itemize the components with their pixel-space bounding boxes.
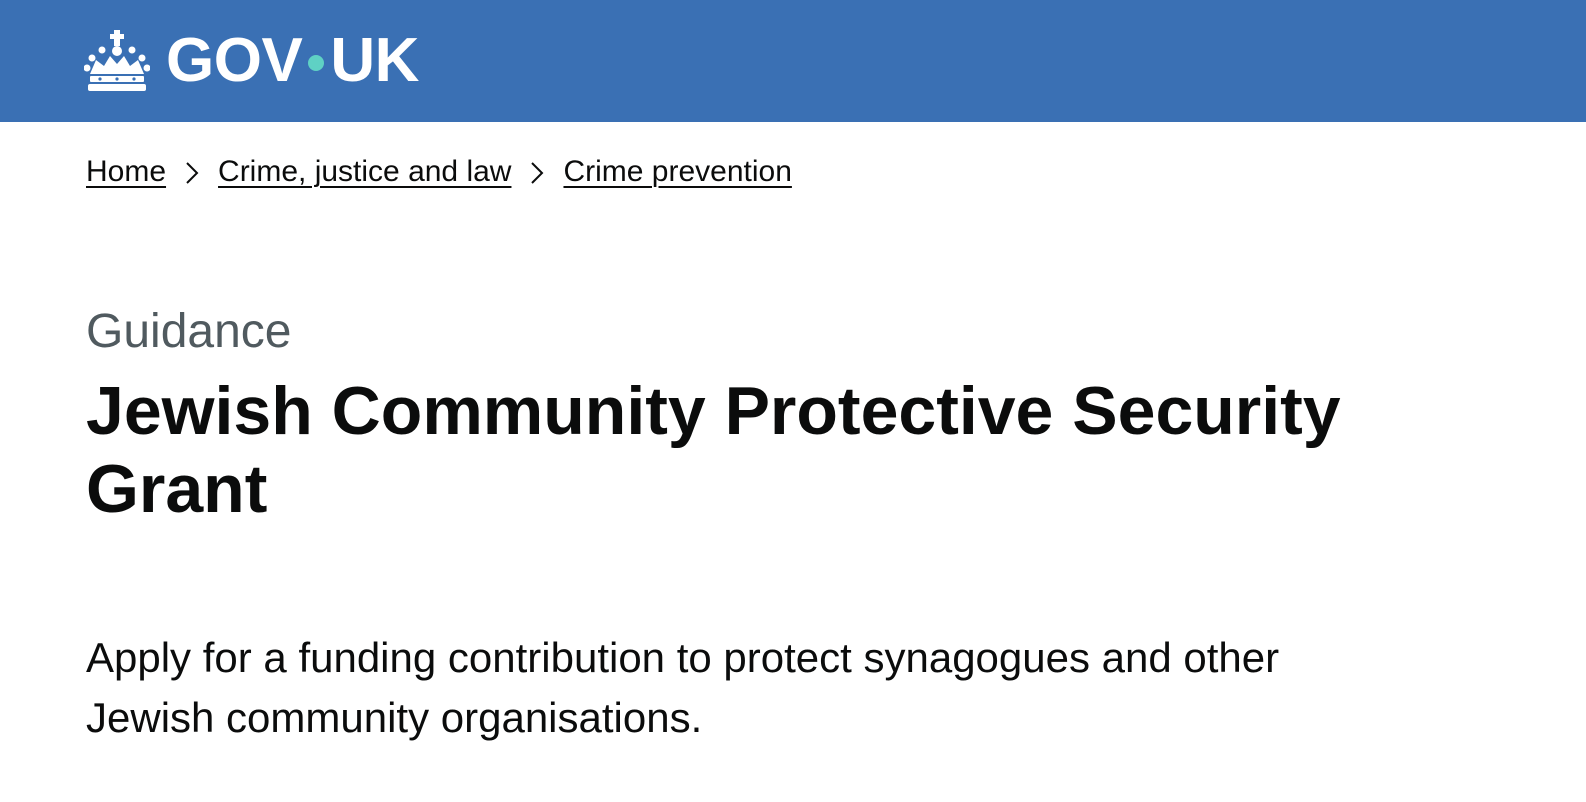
wordmark-uk: UK — [330, 26, 419, 95]
breadcrumb-home[interactable]: Home — [86, 154, 166, 190]
chevron-right-icon — [166, 154, 218, 190]
wordmark-gov: GOV — [166, 26, 303, 95]
breadcrumb: Home Crime, justice and law Crime preven… — [86, 154, 792, 190]
page-caption: Guidance — [86, 305, 292, 358]
wordmark-dot — [308, 55, 325, 71]
page-title: Jewish Community Protective Security Gra… — [86, 373, 1341, 527]
govuk-home-link[interactable]: GOV UK — [84, 30, 419, 92]
crown-icon — [84, 30, 150, 91]
page-lead: Apply for a funding contribution to prot… — [86, 634, 1280, 741]
chevron-right-icon — [511, 154, 563, 190]
govuk-wordmark: GOV UK — [166, 30, 419, 92]
site-header: GOV UK — [0, 0, 1586, 122]
breadcrumb-crime-prevention[interactable]: Crime prevention — [563, 154, 791, 190]
breadcrumb-crime-justice-law[interactable]: Crime, justice and law — [218, 154, 511, 190]
